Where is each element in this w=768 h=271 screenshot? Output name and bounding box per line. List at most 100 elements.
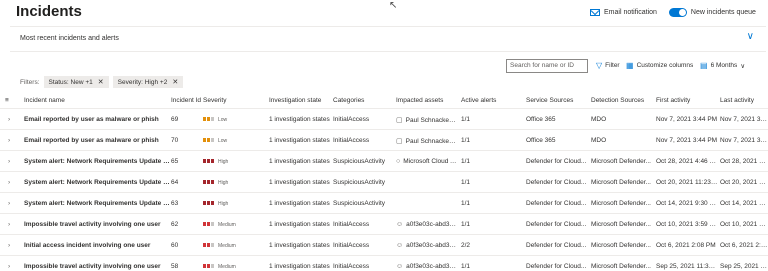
detection-source: MDO bbox=[591, 116, 607, 123]
column-header-categories[interactable]: Categories bbox=[333, 97, 403, 104]
close-icon[interactable]: ✕ bbox=[98, 78, 104, 86]
detection-source: Microsoft Defender... bbox=[591, 200, 651, 207]
table-header: ≡ Incident name Incident Id Severity Inv… bbox=[0, 94, 768, 108]
recent-incidents-section[interactable]: Most recent incidents and alerts ∨ bbox=[10, 26, 766, 52]
incident-id: 65 bbox=[171, 158, 179, 165]
expand-chevron-icon[interactable]: › bbox=[8, 221, 10, 228]
detection-source: Microsoft Defender... bbox=[591, 179, 651, 186]
search-input[interactable]: Search for name or ID bbox=[506, 59, 588, 73]
filter-button[interactable]: ▽ Filter bbox=[596, 61, 620, 70]
filter-icon: ▽ bbox=[596, 61, 603, 70]
incident-id: 69 bbox=[171, 116, 179, 123]
impacted-assets[interactable]: ▢Paul Schnackenburg bbox=[396, 137, 458, 145]
first-activity: Oct 10, 2021 3:59 PM bbox=[656, 221, 718, 228]
column-header-name[interactable]: Incident name bbox=[24, 97, 170, 104]
active-alerts: 1/1 bbox=[461, 116, 471, 123]
user-icon: ☺ bbox=[396, 221, 404, 228]
first-activity: Nov 7, 2021 3:44 PM bbox=[656, 116, 718, 123]
table-row[interactable]: › System alert: Network Requirements Upda… bbox=[0, 171, 768, 192]
cloud-app-icon: ○ bbox=[396, 158, 401, 165]
column-header-last-activity[interactable]: Last activity bbox=[720, 97, 768, 104]
impacted-asset-label: Microsoft Cloud A... bbox=[403, 158, 458, 165]
customize-columns-button[interactable]: ▦ Customize columns bbox=[626, 61, 693, 70]
active-alerts: 1/1 bbox=[461, 200, 471, 207]
table-row[interactable]: › System alert: Network Requirements Upda… bbox=[0, 150, 768, 171]
impacted-assets[interactable]: ☺a0f3e03c-abd3-4a... bbox=[396, 221, 458, 228]
column-header-first-activity[interactable]: First activity bbox=[656, 97, 718, 104]
column-header-alerts[interactable]: Active alerts bbox=[461, 97, 499, 104]
email-notification-link[interactable]: Email notification bbox=[604, 9, 657, 16]
incident-name[interactable]: Email reported by user as malware or phi… bbox=[24, 137, 170, 144]
expand-chevron-icon[interactable]: › bbox=[8, 137, 10, 144]
category: SuspiciousActivity bbox=[333, 179, 386, 186]
severity-cell: Low bbox=[203, 116, 265, 123]
column-header-id[interactable]: Incident Id bbox=[171, 97, 201, 104]
impacted-assets[interactable]: ▢Paul Schnackenburg bbox=[396, 116, 458, 124]
service-source: Defender for Cloud... bbox=[526, 200, 587, 207]
category: InitialAccess bbox=[333, 137, 370, 144]
expand-chevron-icon[interactable]: › bbox=[8, 200, 10, 207]
service-source: Defender for Cloud... bbox=[526, 263, 587, 270]
new-incidents-queue-toggle[interactable] bbox=[668, 8, 687, 17]
expand-chevron-icon[interactable]: › bbox=[8, 179, 10, 186]
expand-chevron-icon[interactable]: › bbox=[8, 158, 10, 165]
filter-label: Filter bbox=[605, 62, 620, 69]
impacted-assets[interactable]: ○ Microsoft Cloud A... bbox=[396, 158, 458, 165]
service-source: Defender for Cloud... bbox=[526, 179, 587, 186]
mouse-cursor-icon: ↖ bbox=[389, 0, 398, 11]
impacted-assets[interactable]: ☺a0f3e03c-abd3-4a... bbox=[396, 263, 458, 270]
column-header-assets[interactable]: Impacted assets bbox=[396, 97, 458, 104]
last-activity: Oct 20, 2021 11:23 PM bbox=[720, 179, 768, 186]
chevron-down-icon[interactable]: ∨ bbox=[747, 31, 754, 42]
expand-chevron-icon[interactable]: › bbox=[8, 116, 10, 123]
expand-chevron-icon[interactable]: › bbox=[8, 242, 10, 249]
close-icon[interactable]: ✕ bbox=[172, 78, 178, 86]
incident-id: 63 bbox=[171, 200, 179, 207]
impacted-assets[interactable]: ☺a0f3e03c-abd3-4a... bbox=[396, 242, 458, 249]
column-header-severity[interactable]: Severity bbox=[203, 97, 265, 104]
service-source: Defender for Cloud... bbox=[526, 221, 587, 228]
filter-chip-status[interactable]: Status: New +1 ✕ bbox=[43, 76, 109, 88]
table-row[interactable]: › Impossible travel activity involving on… bbox=[0, 255, 768, 271]
severity-cell: Medium bbox=[203, 221, 265, 228]
active-alerts: 2/2 bbox=[461, 242, 471, 249]
last-activity: Oct 6, 2021 2:08 PM bbox=[720, 242, 768, 249]
severity-cell: High bbox=[203, 179, 265, 186]
table-row[interactable]: › Impossible travel activity involving on… bbox=[0, 213, 768, 234]
column-options-icon[interactable]: ≡ bbox=[5, 97, 9, 104]
first-activity: Oct 14, 2021 9:30 PM bbox=[656, 200, 718, 207]
incident-id: 64 bbox=[171, 179, 179, 186]
incident-name[interactable]: System alert: Network Requirements Updat… bbox=[24, 158, 170, 165]
incident-name[interactable]: Initial access incident involving one us… bbox=[24, 242, 170, 249]
incident-id: 60 bbox=[171, 242, 179, 249]
incident-name[interactable]: Impossible travel activity involving one… bbox=[24, 221, 170, 228]
expand-chevron-icon[interactable]: › bbox=[8, 263, 10, 270]
active-alerts: 1/1 bbox=[461, 179, 471, 186]
incident-name[interactable]: System alert: Network Requirements Updat… bbox=[24, 179, 170, 186]
mailbox-icon: ▢ bbox=[396, 138, 403, 145]
incident-name[interactable]: Email reported by user as malware or phi… bbox=[24, 116, 170, 123]
severity-cell: Low bbox=[203, 137, 265, 144]
service-source: Defender for Cloud... bbox=[526, 242, 587, 249]
impacted-asset-label: Paul Schnackenburg bbox=[405, 138, 458, 145]
period-dropdown[interactable]: ▤ 6 Months ∨ bbox=[700, 61, 745, 70]
incident-name[interactable]: Impossible travel activity involving one… bbox=[24, 263, 170, 270]
first-activity: Oct 6, 2021 2:08 PM bbox=[656, 242, 716, 249]
filter-chip-severity[interactable]: Severity: High +2 ✕ bbox=[112, 76, 184, 88]
column-header-service-sources[interactable]: Service Sources bbox=[526, 97, 588, 104]
table-row[interactable]: › System alert: Network Requirements Upda… bbox=[0, 192, 768, 213]
detection-source: Microsoft Defender... bbox=[591, 242, 651, 249]
severity-bars-icon bbox=[203, 242, 215, 249]
table-row[interactable]: › Email reported by user as malware or ph… bbox=[0, 108, 768, 129]
column-header-detection-sources[interactable]: Detection Sources bbox=[591, 97, 653, 104]
filters-label: Filters: bbox=[20, 78, 40, 86]
incident-name[interactable]: System alert: Network Requirements Updat… bbox=[24, 200, 170, 207]
section-label: Most recent incidents and alerts bbox=[20, 35, 119, 42]
table-row[interactable]: › Email reported by user as malware or ph… bbox=[0, 129, 768, 150]
category: SuspiciousActivity bbox=[333, 200, 386, 207]
user-icon: ☺ bbox=[396, 242, 404, 249]
table-row[interactable]: › Initial access incident involving one u… bbox=[0, 234, 768, 255]
active-alerts: 1/1 bbox=[461, 137, 471, 144]
calendar-icon: ▤ bbox=[700, 61, 708, 70]
incident-id: 62 bbox=[171, 221, 179, 228]
